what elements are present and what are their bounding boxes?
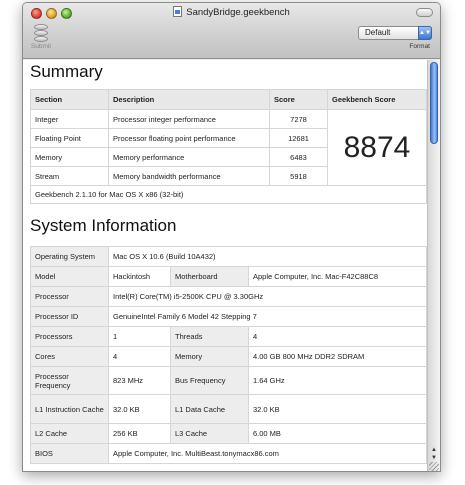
table-row: BIOS Apple Computer, Inc. MultiBeast.ton…: [30, 443, 427, 464]
format-control: Default ▲▼ Format: [358, 26, 432, 50]
score-cell: 5918: [269, 166, 328, 186]
info-label: Model: [30, 266, 109, 287]
table-row: Integer Processor integer performance 72…: [30, 109, 427, 186]
section-cell: Integer: [30, 109, 109, 129]
summary-heading: Summary: [30, 62, 103, 81]
info-label: Memory: [170, 346, 249, 367]
table-row: Cores 4 Memory 4.00 GB 800 MHz DDR2 SDRA…: [30, 346, 427, 367]
info-label: Processor: [30, 286, 109, 307]
summary-table: Section Description Score Geekbench Scor…: [30, 89, 427, 204]
description-cell: Processor floating point performance: [108, 128, 270, 148]
table-row: L2 Cache 256 KB L3 Cache 6.00 MB: [30, 423, 427, 444]
info-value: Mac OS X 10.6 (Build 10A432): [108, 246, 427, 267]
info-value: Hackintosh: [108, 266, 171, 287]
info-value: 32.0 KB: [108, 394, 171, 424]
column-header: Description: [108, 89, 270, 110]
info-label: Motherboard: [170, 266, 249, 287]
chevron-up-down-icon: ▲▼: [418, 26, 432, 40]
section-cell: Memory: [30, 147, 109, 167]
info-value: Apple Computer, Inc. Mac-F42C88C8: [248, 266, 427, 287]
table-row: Processor ID GenuineIntel Family 6 Model…: [30, 306, 427, 327]
info-value: 256 KB: [108, 423, 171, 444]
resize-grip-icon[interactable]: [429, 462, 439, 471]
info-value: 1.64 GHz: [248, 366, 427, 395]
table-row: Processor Frequency 823 MHz Bus Frequenc…: [30, 366, 427, 395]
column-header: Geekbench Score: [327, 89, 427, 110]
info-value: 4.00 GB 800 MHz DDR2 SDRAM: [248, 346, 427, 367]
format-select-value: Default: [365, 28, 391, 37]
database-icon: [34, 24, 48, 42]
info-label: L2 Cache: [30, 423, 109, 444]
info-label: L1 Data Cache: [170, 394, 249, 424]
score-cell: 6483: [269, 147, 328, 167]
info-value: 4: [248, 326, 427, 347]
report-content: Summary Section Description Score Geekbe…: [23, 60, 429, 471]
info-label: Threads: [170, 326, 249, 347]
table-row: Processor Intel(R) Core(TM) i5-2500K CPU…: [30, 286, 427, 307]
toolbar-toggle-button[interactable]: [416, 8, 433, 17]
info-value: 4: [108, 346, 171, 367]
info-label: Processor ID: [30, 306, 109, 327]
info-value: Apple Computer, Inc. MultiBeast.tonymacx…: [108, 443, 427, 464]
info-label: Bus Frequency: [170, 366, 249, 395]
document-icon: [173, 6, 183, 17]
format-select[interactable]: Default ▲▼: [358, 26, 432, 40]
scroll-arrows-icon[interactable]: ▲ ▼: [429, 446, 439, 462]
description-cell: Memory bandwidth performance: [108, 166, 270, 186]
table-row: Operating System Mac OS X 10.6 (Build 10…: [30, 246, 427, 267]
score-cell: 12681: [269, 128, 328, 148]
info-value: 6.00 MB: [248, 423, 427, 444]
system-information-table: Operating System Mac OS X 10.6 (Build 10…: [30, 246, 427, 464]
info-label: Processors: [30, 326, 109, 347]
summary-header-row: Section Description Score Geekbench Scor…: [30, 89, 427, 110]
column-header: Section: [30, 89, 109, 110]
submit-label: Submit: [30, 43, 52, 50]
title-bar: SandyBridge.geekbench Submit Default ▲▼ …: [23, 3, 440, 59]
table-row: L1 Instruction Cache 32.0 KB L1 Data Cac…: [30, 394, 427, 424]
info-value: Intel(R) Core(TM) i5-2500K CPU @ 3.30GHz: [108, 286, 427, 307]
table-row: Processors 1 Threads 4: [30, 326, 427, 347]
info-label: Processor Frequency: [30, 366, 109, 395]
description-cell: Memory performance: [108, 147, 270, 167]
info-value: 32.0 KB: [248, 394, 427, 424]
table-row: Geekbench 2.1.10 for Mac OS X x86 (32-bi…: [30, 185, 427, 204]
info-label: BIOS: [30, 443, 109, 464]
description-cell: Processor integer performance: [108, 109, 270, 129]
submit-button[interactable]: Submit: [28, 24, 54, 50]
info-value: 1: [108, 326, 171, 347]
info-value: 823 MHz: [108, 366, 171, 395]
score-cell: 7278: [269, 109, 328, 129]
system-information-heading: System Information: [30, 216, 177, 235]
window-title: SandyBridge.geekbench: [23, 6, 440, 18]
format-label: Format: [409, 43, 430, 50]
info-label: L3 Cache: [170, 423, 249, 444]
scrollbar-thumb[interactable]: [430, 62, 438, 144]
section-cell: Stream: [30, 166, 109, 186]
window-title-text: SandyBridge.geekbench: [186, 7, 290, 18]
vertical-scrollbar[interactable]: ▲ ▼: [427, 60, 440, 471]
geekbench-window: SandyBridge.geekbench Submit Default ▲▼ …: [22, 2, 441, 472]
info-label: Operating System: [30, 246, 109, 267]
info-label: L1 Instruction Cache: [30, 394, 109, 424]
info-value: GenuineIntel Family 6 Model 42 Stepping …: [108, 306, 427, 327]
table-row: Model Hackintosh Motherboard Apple Compu…: [30, 266, 427, 287]
column-header: Score: [269, 89, 328, 110]
geekbench-score: 8874: [327, 109, 427, 186]
version-note: Geekbench 2.1.10 for Mac OS X x86 (32-bi…: [30, 185, 427, 204]
info-label: Cores: [30, 346, 109, 367]
section-cell: Floating Point: [30, 128, 109, 148]
